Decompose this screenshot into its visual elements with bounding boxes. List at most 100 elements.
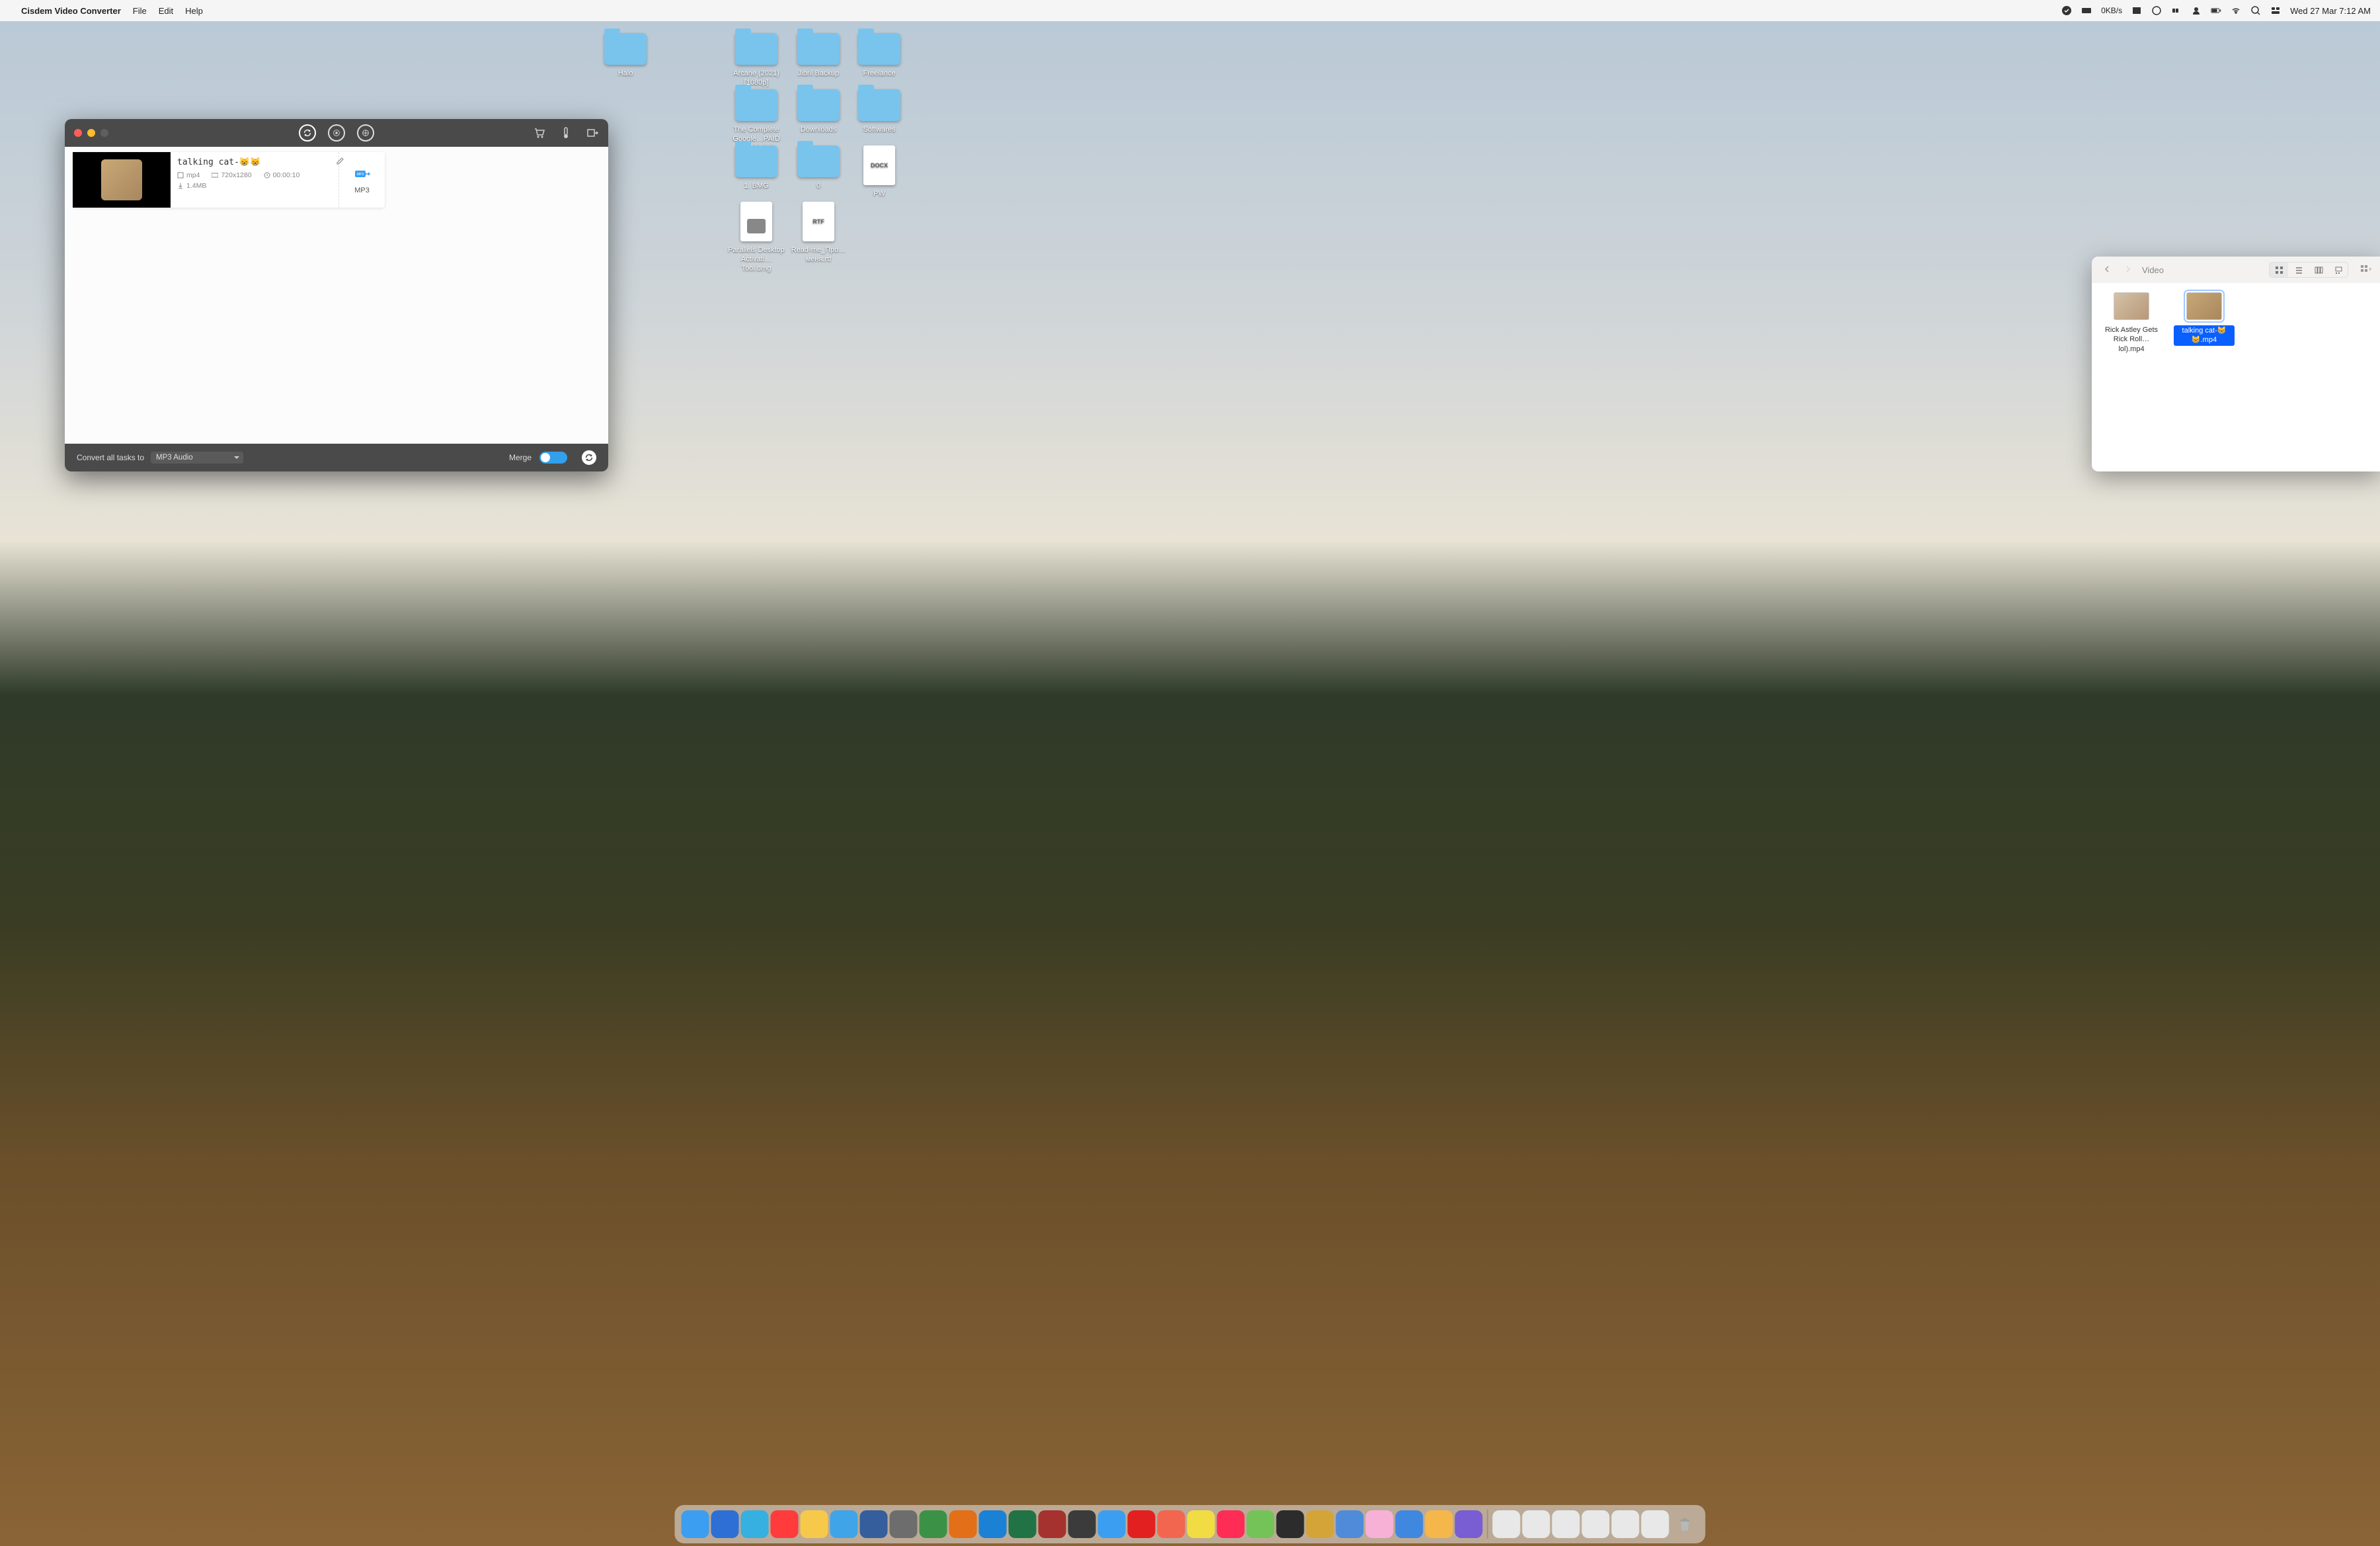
dock-app-icon[interactable] bbox=[771, 1510, 799, 1538]
spotlight-icon[interactable] bbox=[2250, 5, 2261, 16]
desktop-item[interactable]: Parallels Desktop Activati…Tool.dmg bbox=[726, 202, 787, 274]
finder-item[interactable]: Rick Astley Gets Rick Roll…lol).mp4 bbox=[2101, 292, 2162, 354]
dock-app-icon[interactable] bbox=[711, 1510, 739, 1538]
dock-app-icon[interactable] bbox=[1009, 1510, 1037, 1538]
dock-app-icon[interactable] bbox=[1455, 1510, 1483, 1538]
output-format-label: MP3 bbox=[354, 186, 370, 194]
dock-app-icon[interactable] bbox=[1158, 1510, 1185, 1538]
dock-app-icon[interactable] bbox=[1396, 1510, 1423, 1538]
finder-group-icon[interactable] bbox=[2360, 264, 2372, 276]
dock-app-icon[interactable] bbox=[1277, 1510, 1304, 1538]
file-size: 1.4MB bbox=[177, 182, 206, 190]
dock-app-icon[interactable] bbox=[920, 1510, 947, 1538]
dock-minimized-icon[interactable] bbox=[1493, 1510, 1521, 1538]
dock-app-icon[interactable] bbox=[1366, 1510, 1394, 1538]
column-view-icon[interactable] bbox=[2309, 263, 2328, 277]
finder-forward-icon[interactable] bbox=[2121, 264, 2135, 276]
dmg-icon bbox=[740, 202, 772, 241]
desktop-item-label: 1. BMG bbox=[726, 181, 787, 192]
desktop-item[interactable]: Softwares bbox=[849, 89, 910, 136]
finder-item[interactable]: talking cat-😸😸.mp4 bbox=[2174, 292, 2235, 346]
close-window-icon[interactable] bbox=[74, 129, 82, 137]
status-icon-2[interactable] bbox=[2151, 5, 2162, 16]
network-speed[interactable]: 0KB/s bbox=[2101, 6, 2122, 15]
dock-app-icon[interactable] bbox=[801, 1510, 828, 1538]
trash-icon[interactable] bbox=[1671, 1510, 1699, 1538]
dock-app-icon[interactable] bbox=[1128, 1510, 1156, 1538]
status-check-icon[interactable] bbox=[2061, 5, 2072, 16]
convert-button[interactable] bbox=[582, 450, 596, 465]
export-icon[interactable] bbox=[586, 126, 599, 140]
dock bbox=[675, 1505, 1706, 1543]
file-icon: RTF bbox=[803, 202, 834, 241]
icon-view-icon[interactable] bbox=[2270, 263, 2288, 277]
menu-edit[interactable]: Edit bbox=[159, 6, 173, 16]
edit-file-icon[interactable] bbox=[336, 156, 345, 169]
desktop-item[interactable]: Arcane (2021) [1080p] bbox=[726, 33, 787, 89]
dock-app-icon[interactable] bbox=[979, 1510, 1007, 1538]
menubar-datetime[interactable]: Wed 27 Mar 7:12 AM bbox=[2290, 6, 2371, 16]
converter-window: talking cat-😸😸 mp4 720x1280 00:00:10 1.4… bbox=[65, 119, 608, 471]
converter-titlebar[interactable] bbox=[65, 119, 608, 147]
wifi-icon[interactable] bbox=[2231, 5, 2241, 16]
dock-app-icon[interactable] bbox=[860, 1510, 888, 1538]
merge-toggle[interactable] bbox=[539, 452, 567, 464]
desktop-item-label: Freelance bbox=[849, 69, 910, 79]
status-icon-3[interactable] bbox=[2171, 5, 2182, 16]
dock-app-icon[interactable] bbox=[830, 1510, 858, 1538]
dock-minimized-icon[interactable] bbox=[1642, 1510, 1669, 1538]
dock-app-icon[interactable] bbox=[1306, 1510, 1334, 1538]
desktop-item[interactable]: DOCXPW bbox=[849, 145, 910, 200]
output-format-select[interactable]: MP3 Audio bbox=[151, 452, 243, 464]
desktop-item[interactable]: RTFRead-me_Про…меня.rtf bbox=[788, 202, 849, 265]
thermometer-icon[interactable] bbox=[559, 126, 573, 140]
dock-minimized-icon[interactable] bbox=[1582, 1510, 1610, 1538]
dock-app-icon[interactable] bbox=[682, 1510, 709, 1538]
rip-tab-icon[interactable] bbox=[357, 124, 374, 142]
dock-app-icon[interactable] bbox=[1187, 1510, 1215, 1538]
desktop-item[interactable]: Halo bbox=[595, 33, 656, 79]
maximize-window-icon[interactable] bbox=[100, 129, 108, 137]
desktop-item[interactable]: 1. BMG bbox=[726, 145, 787, 192]
dock-minimized-icon[interactable] bbox=[1523, 1510, 1550, 1538]
cart-icon[interactable] bbox=[533, 126, 546, 140]
dock-app-icon[interactable] bbox=[741, 1510, 769, 1538]
desktop-item[interactable]: Jibril Backup bbox=[788, 33, 849, 79]
dock-app-icon[interactable] bbox=[1068, 1510, 1096, 1538]
user-icon[interactable] bbox=[2191, 5, 2202, 16]
dock-app-icon[interactable] bbox=[1098, 1510, 1126, 1538]
video-thumbnail bbox=[2186, 292, 2222, 320]
list-view-icon[interactable] bbox=[2289, 263, 2308, 277]
finder-back-icon[interactable] bbox=[2100, 264, 2114, 276]
gallery-view-icon[interactable] bbox=[2329, 263, 2348, 277]
menu-help[interactable]: Help bbox=[185, 6, 203, 16]
control-center-icon[interactable] bbox=[2270, 5, 2281, 16]
dock-minimized-icon[interactable] bbox=[1552, 1510, 1580, 1538]
file-card[interactable]: talking cat-😸😸 mp4 720x1280 00:00:10 1.4… bbox=[73, 152, 385, 208]
status-icon-1[interactable] bbox=[2131, 5, 2142, 16]
converter-body[interactable]: talking cat-😸😸 mp4 720x1280 00:00:10 1.4… bbox=[65, 147, 608, 444]
keyboard-icon[interactable] bbox=[2081, 5, 2092, 16]
folder-icon bbox=[858, 33, 900, 65]
dock-app-icon[interactable] bbox=[1336, 1510, 1364, 1538]
battery-icon[interactable] bbox=[2211, 5, 2221, 16]
dock-app-icon[interactable] bbox=[1247, 1510, 1275, 1538]
app-name[interactable]: Cisdem Video Converter bbox=[21, 6, 121, 16]
folder-icon bbox=[797, 145, 840, 177]
dock-app-icon[interactable] bbox=[949, 1510, 977, 1538]
convert-tab-icon[interactable] bbox=[299, 124, 316, 142]
output-format-button[interactable]: MP3 MP3 bbox=[338, 152, 385, 208]
minimize-window-icon[interactable] bbox=[87, 129, 95, 137]
dock-app-icon[interactable] bbox=[1217, 1510, 1245, 1538]
finder-body[interactable]: Rick Astley Gets Rick Roll…lol).mp4talki… bbox=[2092, 283, 2380, 363]
download-tab-icon[interactable] bbox=[328, 124, 345, 142]
dock-app-icon[interactable] bbox=[1039, 1510, 1066, 1538]
dock-app-icon[interactable] bbox=[1425, 1510, 1453, 1538]
finder-window: Video Rick Astley Gets Rick Roll…lol).mp… bbox=[2092, 257, 2380, 471]
desktop-item[interactable]: Freelance bbox=[849, 33, 910, 79]
desktop-item[interactable]: Downloads bbox=[788, 89, 849, 136]
menu-file[interactable]: File bbox=[133, 6, 147, 16]
dock-app-icon[interactable] bbox=[890, 1510, 918, 1538]
dock-minimized-icon[interactable] bbox=[1612, 1510, 1640, 1538]
desktop-item[interactable]: 0 bbox=[788, 145, 849, 192]
